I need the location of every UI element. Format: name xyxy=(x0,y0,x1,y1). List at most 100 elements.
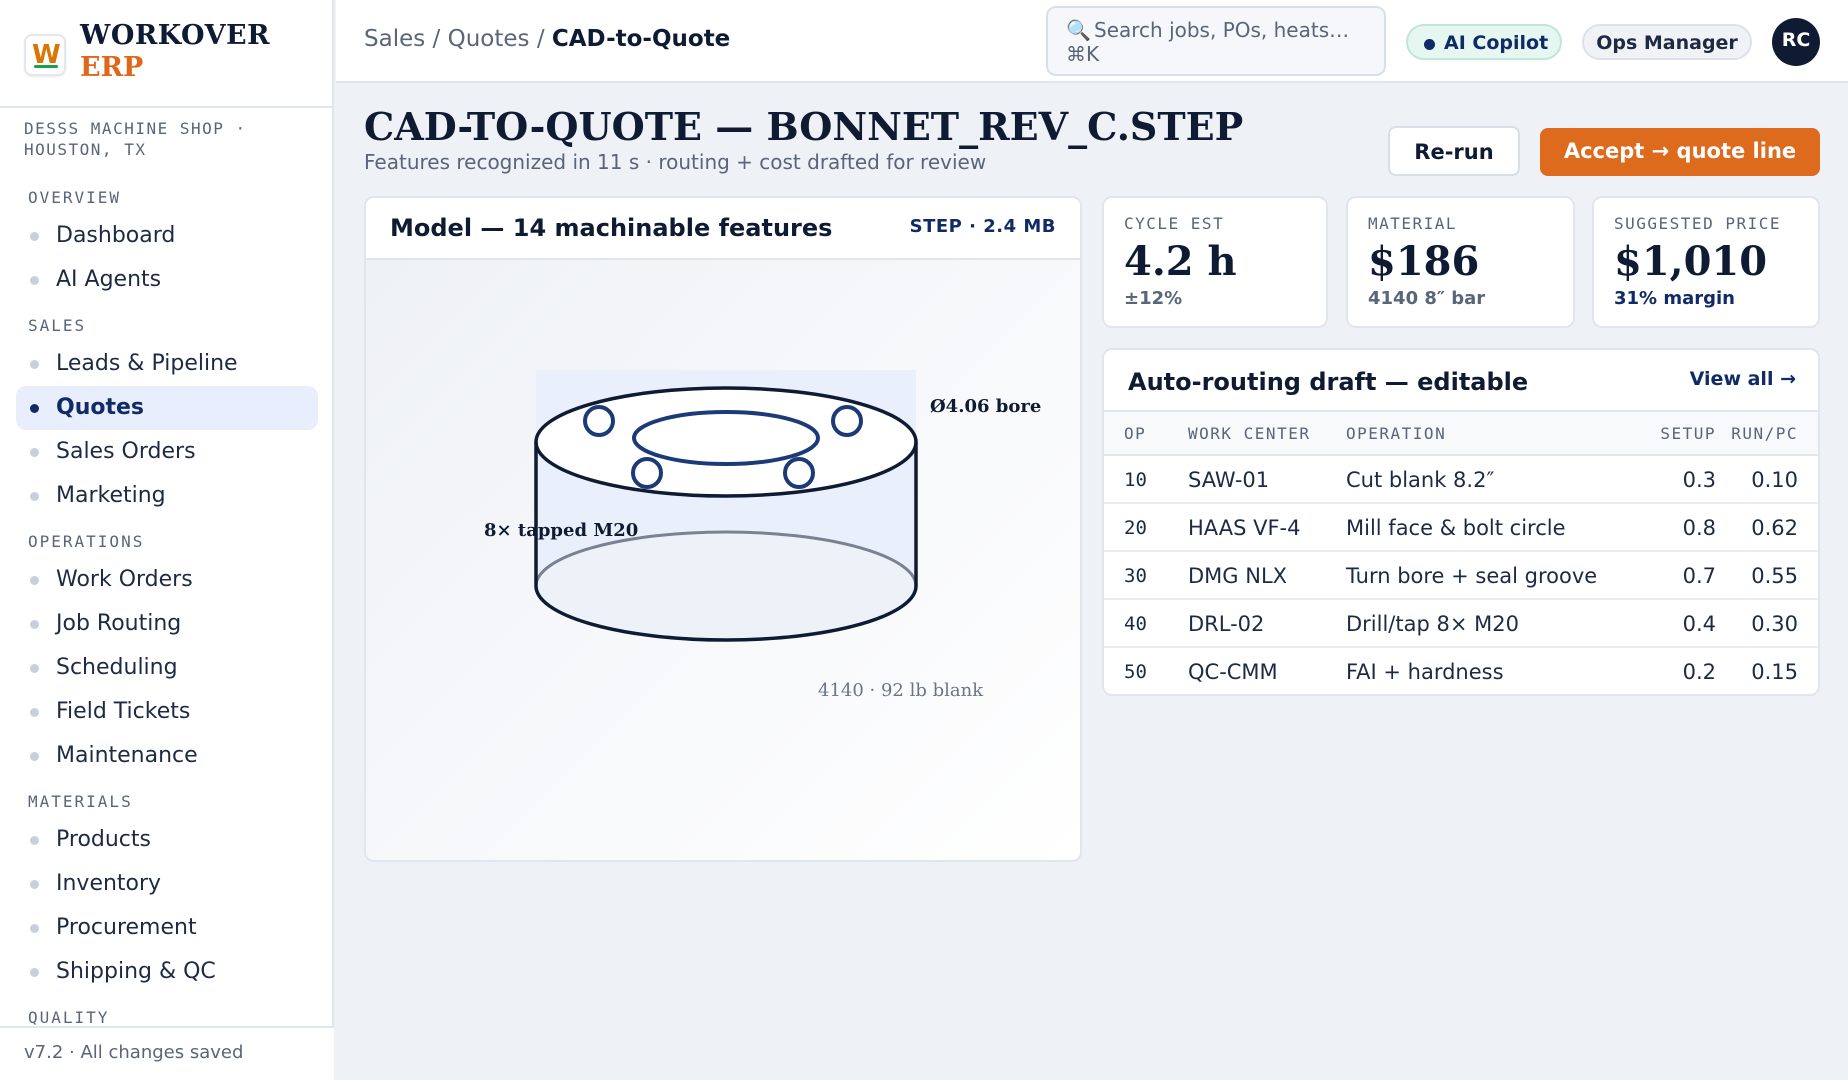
nav-section-operations: OPERATIONS xyxy=(28,532,145,551)
sidebar-item-label: Quotes xyxy=(56,395,145,420)
table-row[interactable]: 40 DRL-02 Drill/tap 8× M20 0.4 0.30 xyxy=(1104,600,1818,648)
model-card: Model — 14 machinable features STEP · 2.… xyxy=(364,196,1082,862)
nav-section-materials: MATERIALS xyxy=(28,792,133,811)
tapped-hole-feature xyxy=(631,457,663,489)
cell-setup: 0.2 xyxy=(1682,660,1716,684)
accept-label: Accept → quote line xyxy=(1563,139,1797,163)
model-title: Model — 14 machinable features xyxy=(390,214,833,242)
col-setup: SETUP xyxy=(1660,424,1716,443)
nav-section-sales: SALES xyxy=(28,316,87,335)
sidebar-item-maintenance[interactable]: Maintenance xyxy=(16,734,318,778)
bullet-icon xyxy=(30,752,39,761)
kpi-value: $186 xyxy=(1368,238,1480,285)
col-op: OP xyxy=(1124,424,1147,443)
bullet-icon xyxy=(30,664,39,673)
bullet-icon xyxy=(30,576,39,585)
model-card-header: Model — 14 machinable features STEP · 2.… xyxy=(366,198,1080,260)
cell-work-center: DRL-02 xyxy=(1188,612,1265,636)
routing-card: Auto-routing draft — editable View all →… xyxy=(1102,348,1820,696)
cell-op: 20 xyxy=(1124,517,1147,539)
page-subtitle: Features recognized in 11 s · routing + … xyxy=(364,150,987,174)
table-row[interactable]: 20 HAAS VF-4 Mill face & bolt circle 0.8… xyxy=(1104,504,1818,552)
rerun-button[interactable]: Re-run xyxy=(1388,126,1520,176)
sidebar-item-marketing[interactable]: Marketing xyxy=(16,474,318,518)
view-all-link[interactable]: View all → xyxy=(1690,368,1796,390)
cell-operation: Cut blank 8.2″ xyxy=(1346,468,1495,492)
table-row[interactable]: 10 SAW-01 Cut blank 8.2″ 0.3 0.10 xyxy=(1104,456,1818,504)
kpi-label: SUGGESTED PRICE xyxy=(1614,214,1781,233)
sidebar-item-quotes[interactable]: Quotes xyxy=(16,386,318,430)
bullet-icon xyxy=(30,968,39,977)
cell-op: 10 xyxy=(1124,469,1147,491)
sidebar-item-field-tickets[interactable]: Field Tickets xyxy=(16,690,318,734)
sidebar-item-label: Maintenance xyxy=(56,743,198,768)
accept-quote-line-button[interactable]: Accept → quote line xyxy=(1540,128,1820,176)
breadcrumb-quotes[interactable]: Quotes xyxy=(448,26,530,52)
cell-run-pc: 0.10 xyxy=(1751,468,1798,492)
shop-name: DESSS MACHINE SHOP · HOUSTON, TX xyxy=(24,119,247,159)
avatar-initials: RC xyxy=(1781,29,1811,51)
bullet-icon xyxy=(30,620,39,629)
sidebar-item-products[interactable]: Products xyxy=(16,818,318,862)
nav-section-overview: OVERVIEW xyxy=(28,188,122,207)
logo-accent xyxy=(34,65,58,68)
bore-feature xyxy=(632,410,820,466)
breadcrumb-sales[interactable]: Sales xyxy=(364,26,425,52)
top-bar: Sales / Quotes / CAD-to-Quote 🔍 Search j… xyxy=(336,0,1848,83)
sidebar-item-label: Shipping & QC xyxy=(56,959,216,984)
sidebar-item-label: Work Orders xyxy=(56,567,193,592)
brand[interactable]: W WORKOVER ERP xyxy=(0,0,334,108)
routing-header: Auto-routing draft — editable View all → xyxy=(1104,350,1818,412)
sidebar-item-work-orders[interactable]: Work Orders xyxy=(16,558,318,602)
table-header: OP WORK CENTER OPERATION SETUP RUN/PC xyxy=(1104,412,1818,456)
cell-operation: Turn bore + seal groove xyxy=(1346,564,1598,588)
sidebar-item-label: Dashboard xyxy=(56,223,176,248)
table-row[interactable]: 50 QC-CMM FAI + hardness 0.2 0.15 xyxy=(1104,648,1818,694)
sidebar-item-ai-agents[interactable]: AI Agents xyxy=(16,258,318,302)
save-status: v7.2 · All changes saved xyxy=(24,1042,244,1063)
avatar[interactable]: RC xyxy=(1772,18,1820,66)
sidebar-item-shipping-qc[interactable]: Shipping & QC xyxy=(16,950,318,994)
role-switcher[interactable]: Ops Manager xyxy=(1582,24,1752,60)
bullet-icon xyxy=(30,708,39,717)
cell-run-pc: 0.15 xyxy=(1751,660,1798,684)
bullet-icon xyxy=(30,880,39,889)
model-viewport[interactable]: Ø4.06 bore 8× tapped M20 4140 · 92 lb bl… xyxy=(366,260,1080,860)
col-work-center: WORK CENTER xyxy=(1188,424,1311,443)
sidebar-item-sales-orders[interactable]: Sales Orders xyxy=(16,430,318,474)
sidebar-item-job-routing[interactable]: Job Routing xyxy=(16,602,318,646)
sidebar-item-leads[interactable]: Leads & Pipeline xyxy=(16,342,318,386)
rerun-label: Re-run xyxy=(1414,140,1494,164)
sidebar-item-inventory[interactable]: Inventory xyxy=(16,862,318,906)
cell-setup: 0.3 xyxy=(1682,468,1716,492)
table-row[interactable]: 30 DMG NLX Turn bore + seal groove 0.7 0… xyxy=(1104,552,1818,600)
ai-copilot-button[interactable]: AI Copilot xyxy=(1406,24,1562,60)
sidebar-item-procurement[interactable]: Procurement xyxy=(16,906,318,950)
sidebar-item-scheduling[interactable]: Scheduling xyxy=(16,646,318,690)
sidebar: W WORKOVER ERP DESSS MACHINE SHOP · HOUS… xyxy=(0,0,334,1080)
cell-setup: 0.4 xyxy=(1682,612,1716,636)
role-label: Ops Manager xyxy=(1596,32,1738,54)
cell-work-center: QC-CMM xyxy=(1188,660,1278,684)
brand-suffix: ERP xyxy=(80,52,144,83)
tapped-hole-feature xyxy=(831,405,863,437)
sidebar-item-dashboard[interactable]: Dashboard xyxy=(16,214,318,258)
model-file-info: STEP · 2.4 MB xyxy=(909,216,1056,237)
nav-section-quality: QUALITY xyxy=(28,1008,110,1027)
status-dot-icon xyxy=(1424,39,1435,50)
bullet-icon xyxy=(30,448,39,457)
bullet-icon xyxy=(30,360,39,369)
bullet-icon xyxy=(30,404,39,413)
cell-op: 50 xyxy=(1124,661,1147,683)
search-input[interactable]: 🔍 Search jobs, POs, heats… ⌘K xyxy=(1046,6,1386,76)
sidebar-item-label: Inventory xyxy=(56,871,162,896)
bullet-icon xyxy=(30,924,39,933)
sidebar-item-label: Sales Orders xyxy=(56,439,196,464)
sidebar-item-label: Scheduling xyxy=(56,655,178,680)
blank-callout: 4140 · 92 lb blank xyxy=(818,680,984,701)
cell-work-center: HAAS VF-4 xyxy=(1188,516,1301,540)
routing-title: Auto-routing draft — editable xyxy=(1128,368,1529,396)
col-run-pc: RUN/PC xyxy=(1731,424,1798,443)
cell-op: 30 xyxy=(1124,565,1147,587)
tapped-hole-feature xyxy=(583,405,615,437)
